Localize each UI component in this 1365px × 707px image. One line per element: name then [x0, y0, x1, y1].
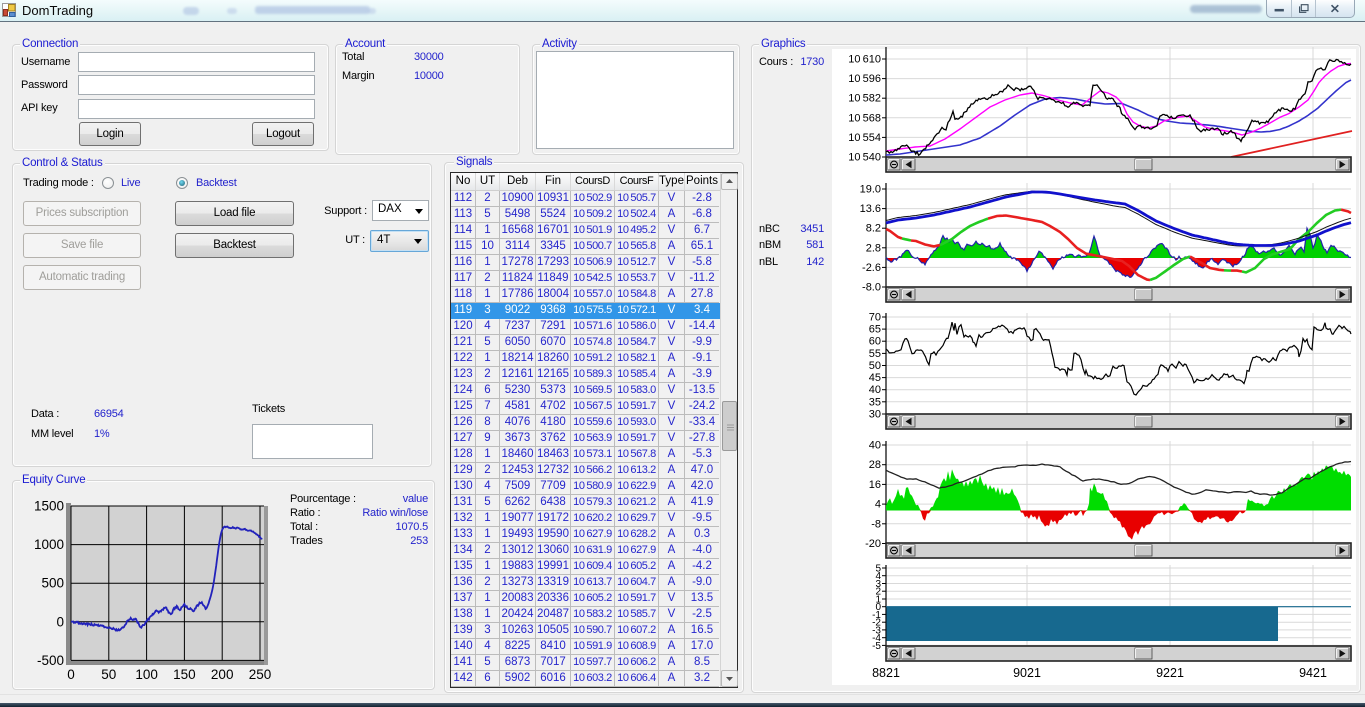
svg-text:50: 50 [869, 360, 881, 372]
svg-text:40: 40 [869, 384, 881, 396]
svg-text:10 610: 10 610 [848, 54, 881, 66]
svg-text:10 568: 10 568 [848, 112, 881, 124]
svg-text:65: 65 [869, 324, 881, 336]
svg-text:2.8: 2.8 [866, 242, 881, 254]
svg-text:19.0: 19.0 [860, 184, 881, 196]
svg-text:250: 250 [249, 667, 272, 682]
svg-text:-500: -500 [37, 653, 64, 668]
svg-text:4: 4 [875, 499, 881, 511]
svg-text:50: 50 [101, 667, 116, 682]
svg-text:0: 0 [56, 614, 64, 629]
svg-text:13.6: 13.6 [860, 203, 881, 215]
svg-text:16: 16 [869, 479, 881, 491]
svg-text:10 582: 10 582 [848, 93, 881, 105]
svg-text:35: 35 [869, 396, 881, 408]
svg-text:70: 70 [869, 312, 881, 324]
svg-text:0: 0 [67, 667, 75, 682]
svg-text:200: 200 [211, 667, 234, 682]
svg-text:60: 60 [869, 336, 881, 348]
svg-text:-5: -5 [872, 641, 881, 652]
svg-text:500: 500 [41, 576, 64, 591]
svg-text:8.2: 8.2 [866, 223, 881, 235]
svg-text:100: 100 [135, 667, 158, 682]
svg-text:28: 28 [869, 459, 881, 471]
svg-text:-8.0: -8.0 [862, 282, 881, 294]
svg-text:150: 150 [173, 667, 196, 682]
svg-text:-8: -8 [871, 518, 881, 530]
svg-text:9421: 9421 [1299, 666, 1327, 680]
svg-text:10 596: 10 596 [848, 73, 881, 85]
svg-text:9021: 9021 [1013, 666, 1041, 680]
svg-text:30: 30 [869, 409, 881, 421]
svg-text:55: 55 [869, 348, 881, 360]
svg-text:10 540: 10 540 [848, 152, 881, 164]
svg-text:-20: -20 [865, 538, 881, 550]
svg-text:8821: 8821 [872, 666, 900, 680]
svg-text:40: 40 [869, 440, 881, 452]
svg-text:9221: 9221 [1156, 666, 1184, 680]
svg-text:45: 45 [869, 372, 881, 384]
svg-text:10 554: 10 554 [848, 132, 881, 144]
svg-text:-2.6: -2.6 [862, 262, 881, 274]
